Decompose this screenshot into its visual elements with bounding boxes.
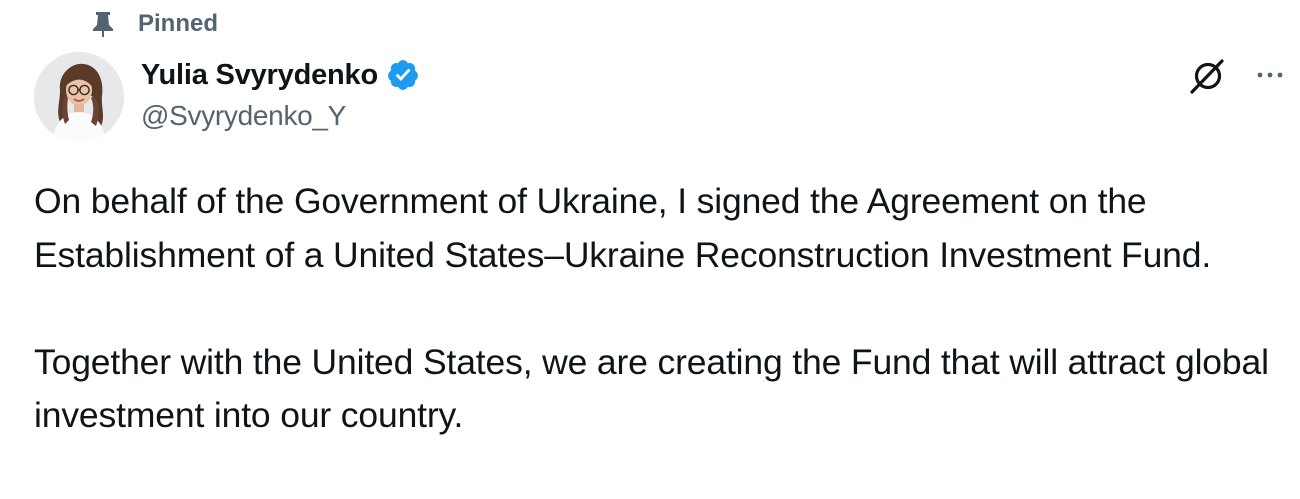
tweet-paragraph: Together with the United States, we are … xyxy=(34,341,1269,436)
verified-badge-icon[interactable] xyxy=(386,58,420,92)
grok-icon[interactable] xyxy=(1188,57,1228,95)
pinned-label: Pinned xyxy=(138,10,219,37)
avatar[interactable] xyxy=(34,52,124,142)
author-display-name[interactable]: Yulia Svyrydenko xyxy=(141,59,378,92)
author-name-row: Yulia Svyrydenko xyxy=(141,56,420,94)
tweet-text: On behalf of the Government of Ukraine, … xyxy=(34,175,1284,443)
author-handle[interactable]: @Svyrydenko_Y xyxy=(141,100,420,132)
avatar-photo xyxy=(34,52,124,142)
pinned-indicator: Pinned xyxy=(90,8,218,40)
pin-icon xyxy=(93,12,113,37)
tweet-paragraph: On behalf of the Government of Ukraine, … xyxy=(34,181,1212,275)
tweet-header: Yulia Svyrydenko @Svyrydenko_Y xyxy=(141,56,420,132)
more-options-icon[interactable] xyxy=(1253,60,1287,90)
tweet-card[interactable]: Pinned Yulia Svyrydenko @Svyrydenko_Y On… xyxy=(0,0,1300,499)
